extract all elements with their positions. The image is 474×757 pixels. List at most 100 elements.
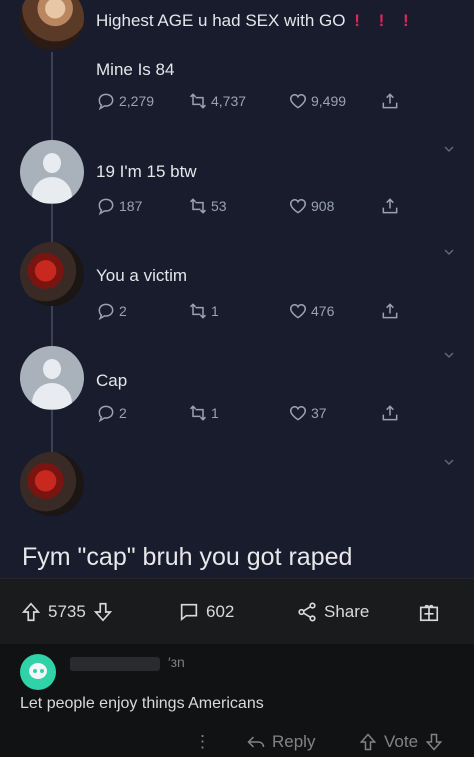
reply-icon [98,303,114,321]
award-button[interactable] [418,600,440,624]
retweet-icon [189,303,207,319]
thread-line [51,204,53,242]
thread-line [51,410,53,452]
default-avatar-head [43,359,61,379]
chevron-down-icon[interactable] [442,455,456,469]
reply-count: 2 [119,405,127,421]
share-icon [382,93,398,109]
reply-button[interactable]: 187 [96,195,142,217]
snoo-eye [33,669,37,673]
retweet-count: 1 [211,405,219,421]
retweet-button[interactable]: 4,737 [188,90,246,112]
tweet-actions: 2 1 37 [96,402,416,424]
post-title: Fym "cap" bruh you got raped [22,543,353,571]
chevron-down-icon[interactable] [442,348,456,362]
like-button[interactable]: 9,499 [288,90,346,112]
reply-button[interactable]: 2 [96,402,127,424]
thread-line [51,52,53,144]
like-count: 476 [311,303,335,319]
share-button[interactable] [380,90,400,112]
reply-button[interactable]: 2 [96,300,127,322]
reply-count: 2,279 [119,93,155,109]
reply-count: 2 [119,303,127,319]
exclamation-mark: ! [354,11,360,30]
retweet-icon [189,198,207,214]
default-avatar-head [43,153,61,173]
comment-menu-button[interactable]: ⋮ [194,731,211,753]
like-button[interactable]: 37 [288,402,327,424]
tweet-text: 19 I'm 15 btw [96,162,197,181]
reply-label: Reply [272,732,316,751]
reply-arrow-icon [247,736,265,748]
profile-photo-avatar[interactable] [20,0,84,50]
share-button[interactable]: Share [296,600,369,624]
like-count: 37 [311,405,327,421]
share-label: Share [324,602,370,621]
thread-line [51,306,53,346]
exclamation-mark: ! [378,11,385,30]
vote-control: 5735 [20,600,114,624]
reply-button[interactable]: Reply [246,731,315,753]
tweet-actions: 2,279 4,737 9,499 [96,90,416,112]
upvote-arrow-icon[interactable] [20,601,42,623]
victim-avatar[interactable] [20,452,84,516]
heart-icon [289,405,307,421]
tweet-text: You a victim [96,266,188,285]
like-count: 9,499 [311,93,347,109]
upvote-arrow-icon[interactable] [358,732,378,752]
default-avatar[interactable] [20,140,84,204]
share-icon [382,405,398,421]
retweet-icon [189,93,207,109]
like-count: 908 [311,198,335,214]
reply-icon [98,405,114,423]
default-avatar[interactable] [20,346,84,410]
tweet-actions: 2 1 476 [96,300,416,322]
gift-icon [419,604,439,622]
retweet-button[interactable]: 1 [188,402,219,424]
chevron-down-icon[interactable] [442,142,456,156]
snoo-icon [29,663,47,679]
victim-avatar[interactable] [20,242,84,306]
tweet-text-line2: Mine Is 84 [96,60,175,79]
default-avatar-body [32,177,72,203]
snoo-eye [40,669,44,673]
commenter-avatar[interactable] [20,654,56,690]
share-icon [382,198,398,214]
share-nodes-icon [298,602,316,622]
retweet-button[interactable]: 53 [188,195,227,217]
post-score: 5735 [48,602,86,621]
reply-button[interactable]: 2,279 [96,90,154,112]
tweet-text: Cap [96,371,128,390]
exclamation-mark: ! [403,11,409,30]
retweet-count: 4,737 [211,93,247,109]
downvote-arrow-icon[interactable] [424,732,444,752]
retweet-count: 1 [211,303,219,319]
reply-icon [98,198,114,216]
like-button[interactable]: 476 [288,300,334,322]
like-button[interactable]: 908 [288,195,334,217]
retweet-icon [189,405,207,421]
chevron-down-icon[interactable] [442,245,456,259]
share-button[interactable] [380,300,400,322]
post-action-bar: 5735 602 Share [0,578,474,644]
more-options-icon: ⋮ [194,732,211,751]
heart-icon [289,93,307,109]
retweet-button[interactable]: 1 [188,300,219,322]
redacted-username [70,657,160,671]
downvote-arrow-icon[interactable] [92,601,114,623]
share-button[interactable] [380,402,400,424]
tweet-text: Highest AGE u had SEX with GO ! ! ! [96,11,409,30]
comment-icon [180,603,198,622]
share-icon [382,303,398,319]
heart-icon [289,303,307,319]
comments-button[interactable]: 602 [178,600,234,624]
reply-count: 187 [119,198,143,214]
share-button[interactable] [380,195,400,217]
comment-count: 602 [206,602,235,621]
comment-time: ′зn [168,654,185,670]
heart-icon [289,198,307,214]
comment: ′зn Let people enjoy things Americans ⋮ … [0,644,474,757]
tweet-actions: 187 53 908 [96,195,416,217]
tweet-thread-screenshot: Highest AGE u had SEX with GO ! ! ! Mine… [0,0,474,578]
retweet-count: 53 [211,198,227,214]
